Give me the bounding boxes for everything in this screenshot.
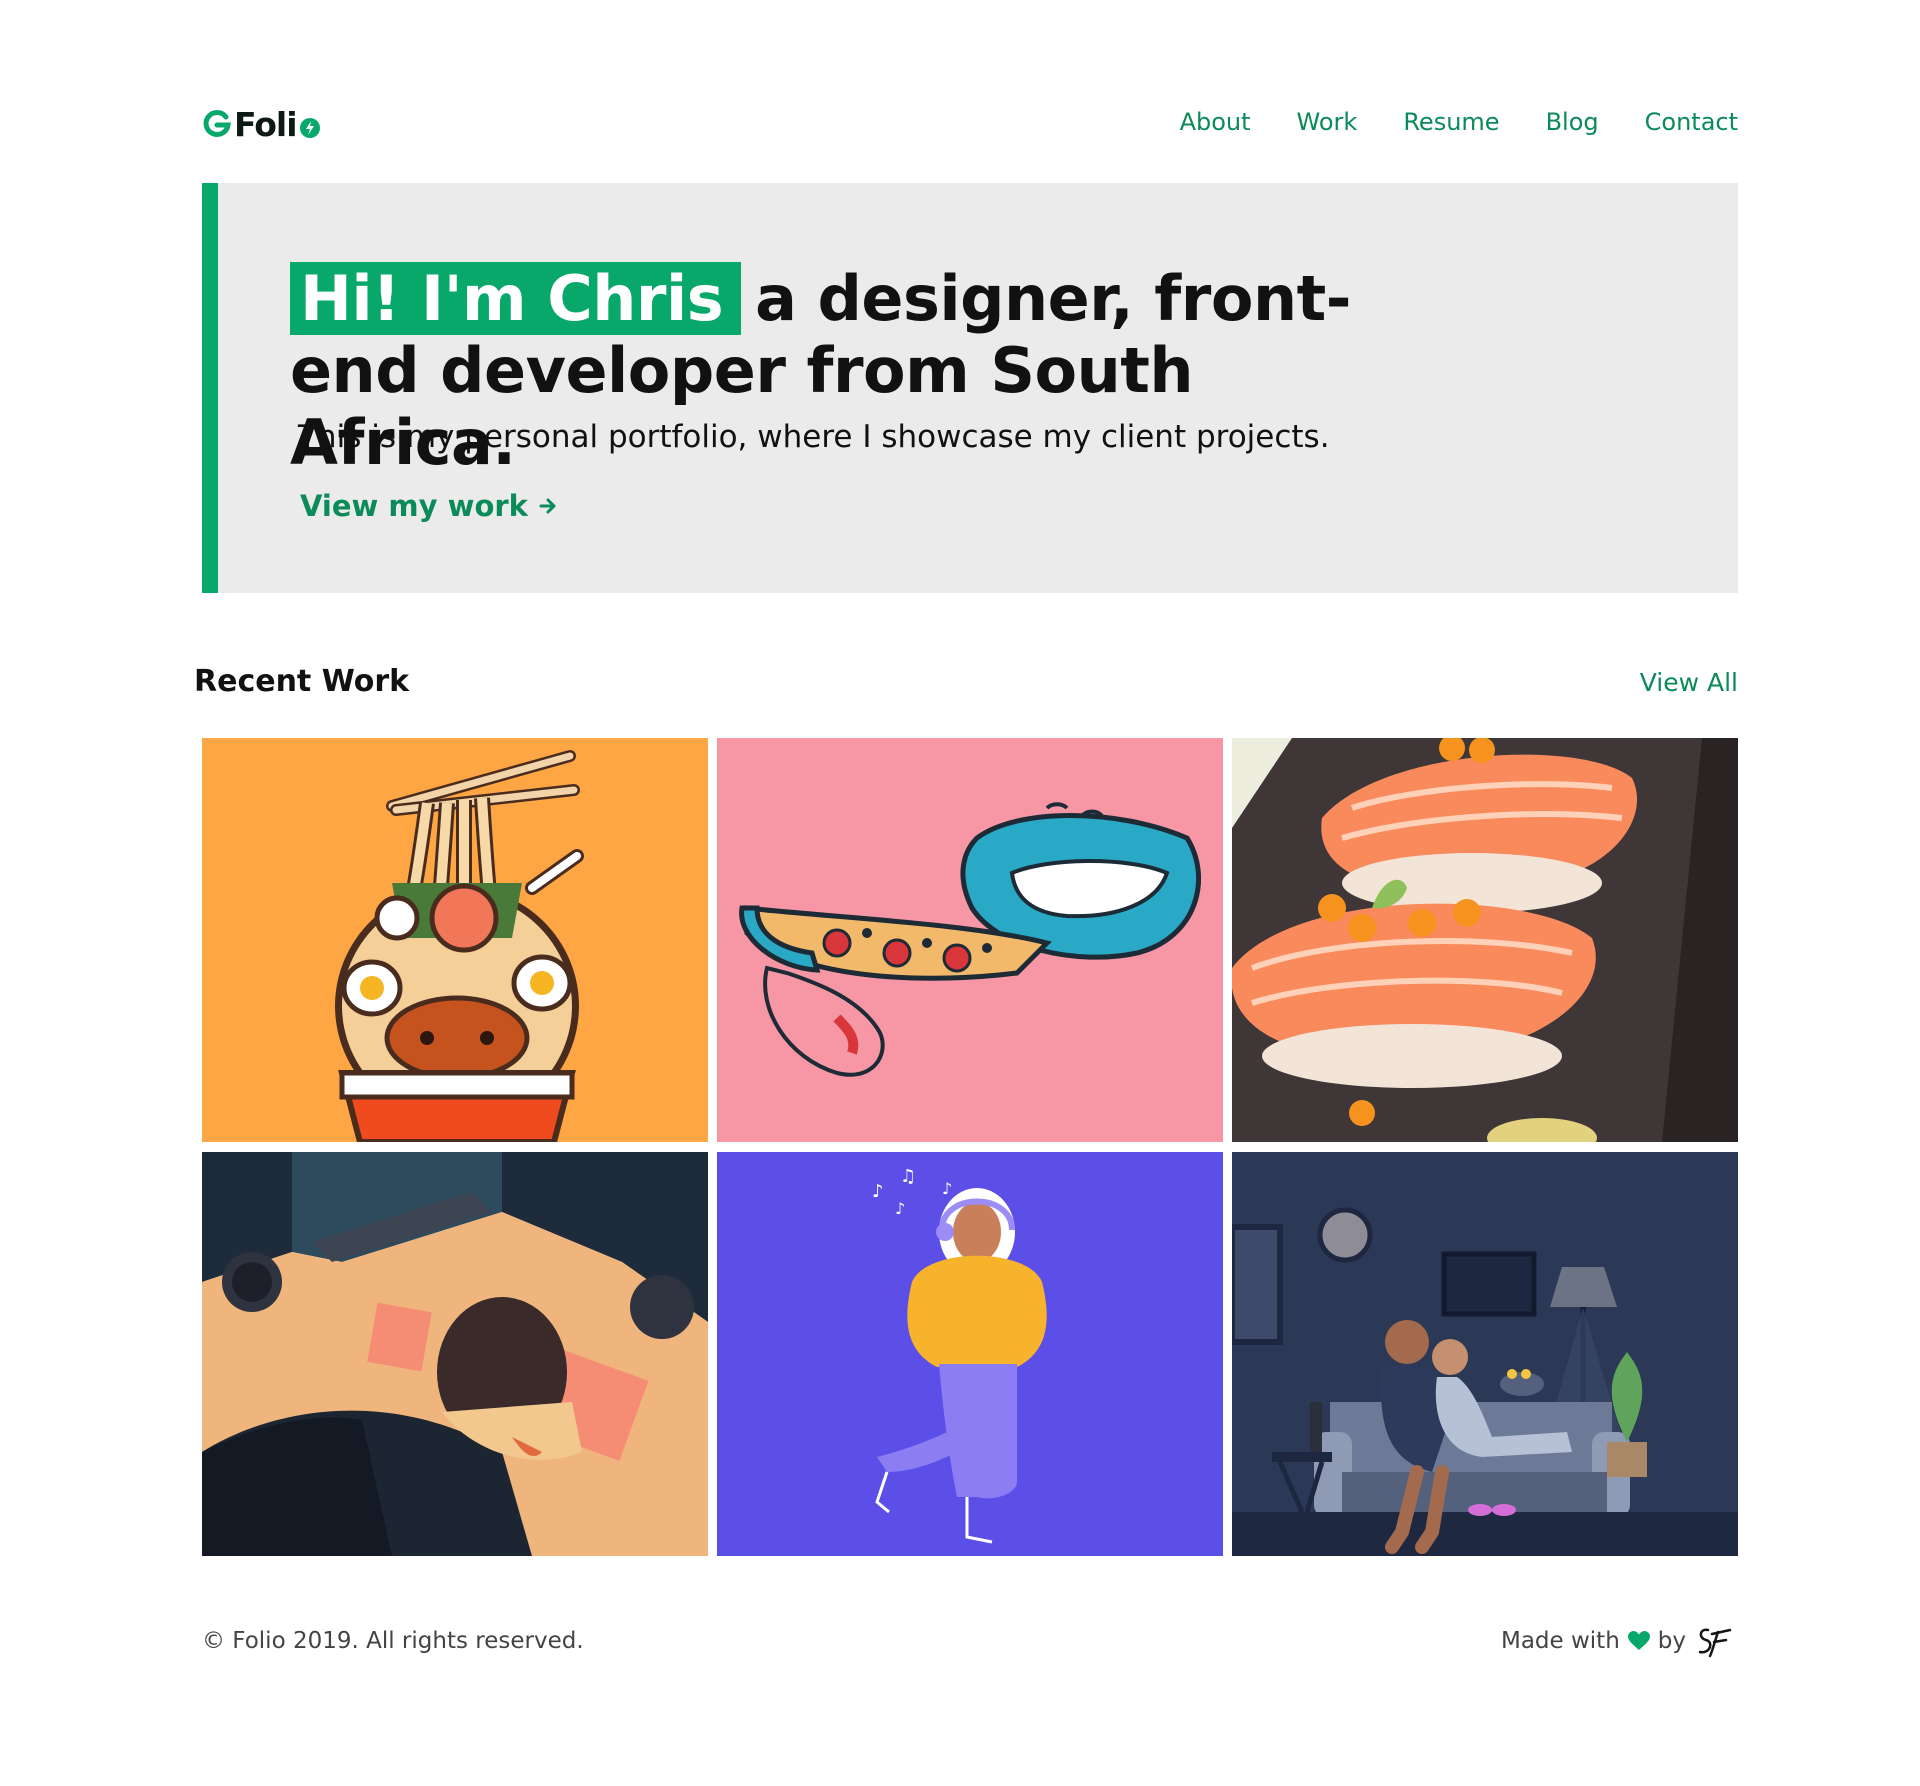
svg-text:♪: ♪ <box>942 1179 952 1198</box>
recent-work-title: Recent Work <box>194 664 410 699</box>
svg-text:♫: ♫ <box>900 1166 916 1187</box>
heart-icon <box>1627 1631 1650 1650</box>
pizza-mouth-art <box>739 802 1202 1077</box>
copyright-text: © Folio 2019. All rights reserved. <box>202 1628 584 1654</box>
view-all-link[interactable]: View All <box>1640 668 1738 697</box>
arrow-right-icon <box>539 498 556 514</box>
nav-about[interactable]: About <box>1180 108 1251 136</box>
nav-resume[interactable]: Resume <box>1403 108 1499 136</box>
noodle-bowl-art <box>335 750 584 1142</box>
noodle-bowl-illustration[interactable] <box>202 738 708 1142</box>
view-my-work-link[interactable]: View my work <box>300 489 558 523</box>
made-with-credit: Made with by <box>1501 1624 1738 1658</box>
desk-worker-illustration[interactable] <box>202 1152 708 1556</box>
logo-text: Foli <box>234 104 297 144</box>
music-girl-art: ♪ ♫ ♪ ♪ <box>872 1166 1047 1544</box>
made-with-label: Made with <box>1500 1628 1620 1654</box>
signature-logo[interactable] <box>1694 1624 1738 1658</box>
couple-couch-illustration[interactable] <box>1232 1152 1738 1556</box>
main-nav: About Work Resume Blog Contact <box>1180 108 1738 136</box>
nav-contact[interactable]: Contact <box>1645 108 1738 136</box>
view-my-work-label: View my work <box>300 489 528 523</box>
logo-g-icon <box>203 109 231 137</box>
hero-accent-bar <box>202 183 218 593</box>
couple-couch-art <box>1232 1207 1738 1556</box>
logo[interactable]: Foli <box>202 102 321 146</box>
logo-bolt-icon <box>299 118 320 138</box>
hero-highlight: Hi! I'm Chris <box>290 262 742 335</box>
nav-work[interactable]: Work <box>1297 108 1358 136</box>
hero-subtitle: This is my personal portfolio, where I s… <box>298 419 1330 455</box>
hero-section: Hi! I'm Chris a designer, front-end devel… <box>202 183 1738 593</box>
site-header: Foli About Work Resume Blog Contact <box>202 100 1738 150</box>
svg-text:♪: ♪ <box>895 1199 905 1218</box>
pizza-mouth-illustration[interactable] <box>717 738 1223 1142</box>
music-girl-illustration[interactable]: ♪ ♫ ♪ ♪ <box>717 1152 1223 1556</box>
by-label: by <box>1657 1628 1686 1654</box>
salmon-sushi-art <box>1232 738 1738 1142</box>
nav-blog[interactable]: Blog <box>1546 108 1599 136</box>
desk-worker-art <box>202 1152 708 1556</box>
salmon-sushi-illustration[interactable] <box>1232 738 1738 1142</box>
svg-text:♪: ♪ <box>872 1181 884 1202</box>
